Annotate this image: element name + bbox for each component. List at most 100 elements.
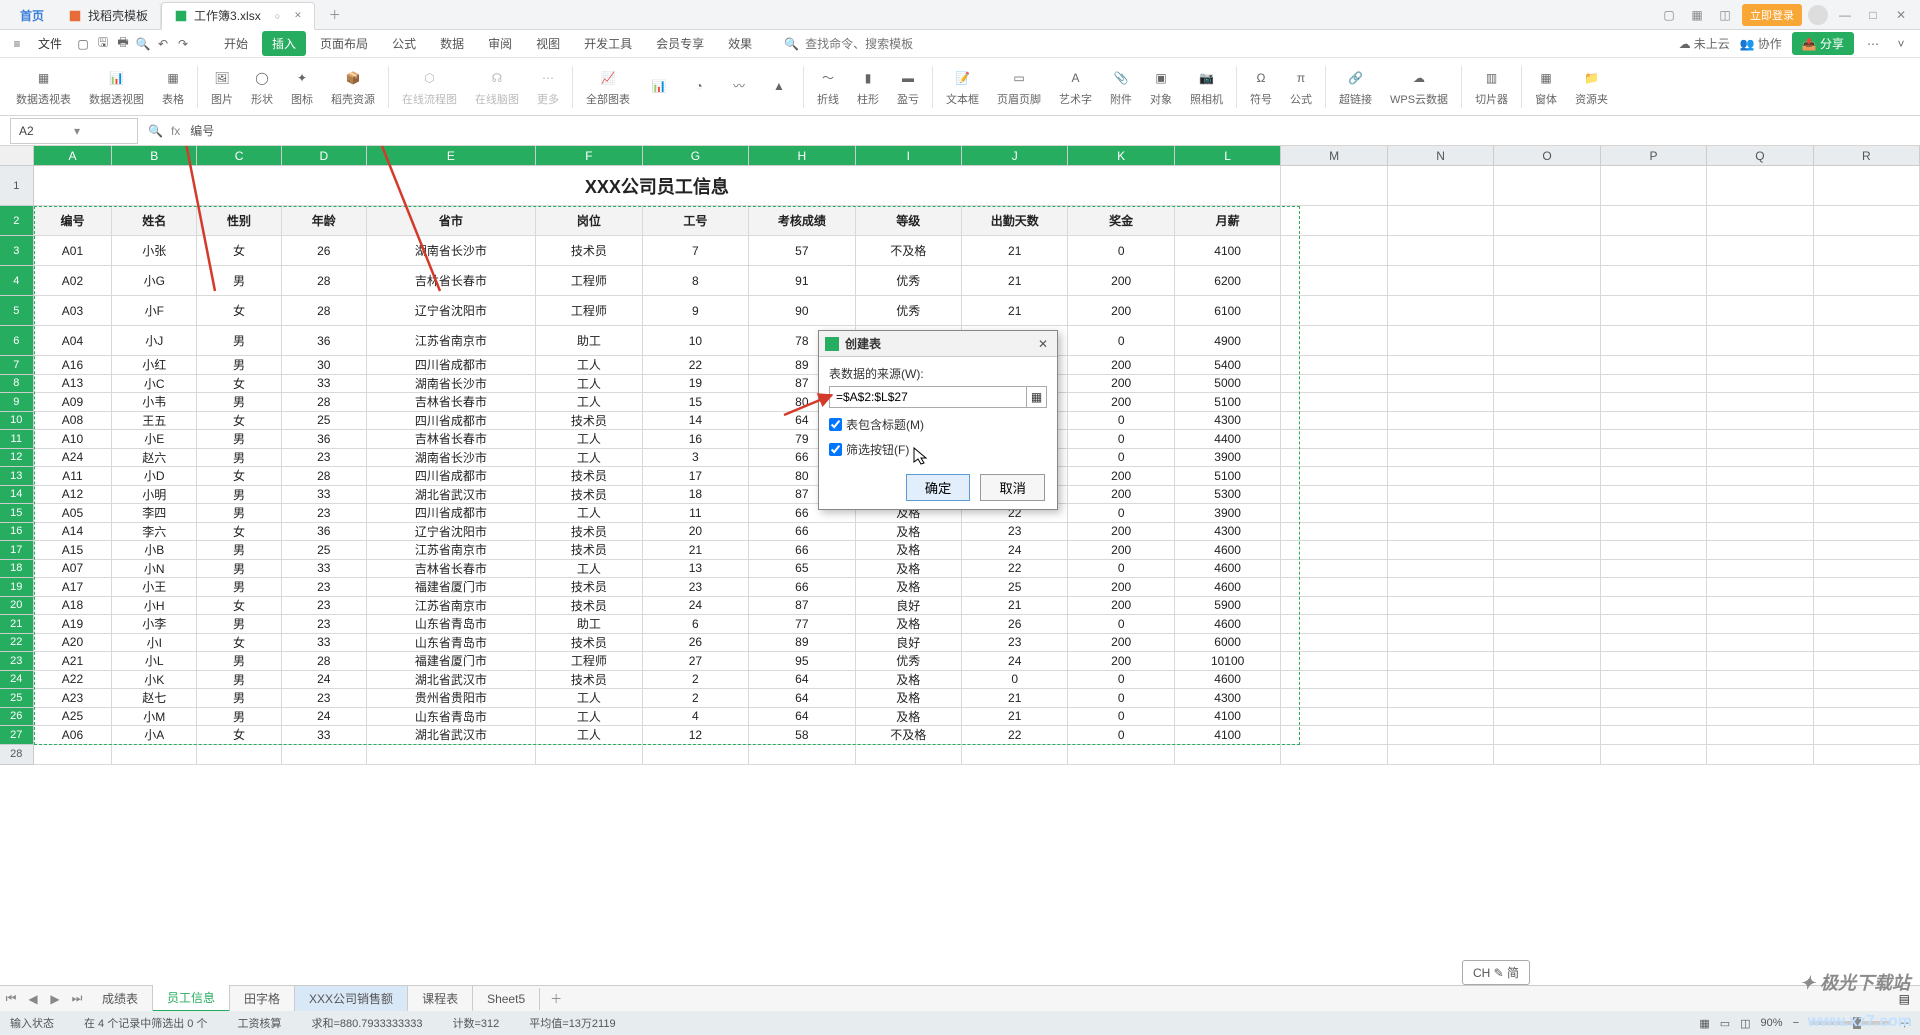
cell[interactable]: 工人 <box>536 689 642 708</box>
cell[interactable] <box>1601 634 1707 653</box>
cell[interactable] <box>1494 634 1600 653</box>
cell[interactable]: 四川省成都市 <box>367 504 537 523</box>
cell[interactable] <box>1388 326 1494 356</box>
cell[interactable]: 小I <box>112 634 197 653</box>
cell[interactable]: 技术员 <box>536 236 642 266</box>
cell[interactable] <box>1281 523 1387 542</box>
tab-view[interactable]: 视图 <box>526 31 570 56</box>
cell[interactable] <box>1707 412 1813 431</box>
cell[interactable] <box>1388 597 1494 616</box>
cell[interactable]: A09 <box>34 393 113 412</box>
cell[interactable] <box>1707 266 1813 296</box>
title-cell[interactable]: XXX公司员工信息 <box>34 166 1282 206</box>
cell[interactable]: 21 <box>962 236 1068 266</box>
cell[interactable]: 男 <box>197 449 282 468</box>
cell[interactable]: 小李 <box>112 615 197 634</box>
cell[interactable] <box>1707 449 1813 468</box>
cell[interactable]: 赵六 <box>112 449 197 468</box>
cell[interactable]: 李四 <box>112 504 197 523</box>
cell[interactable] <box>1281 597 1387 616</box>
row-1[interactable]: 1 <box>0 166 34 206</box>
cell[interactable]: 25 <box>962 578 1068 597</box>
cell[interactable] <box>1281 393 1387 412</box>
cell[interactable]: 优秀 <box>856 652 962 671</box>
cell[interactable]: 200 <box>1068 467 1174 486</box>
cell[interactable]: 200 <box>1068 634 1174 653</box>
cell[interactable]: 0 <box>1068 326 1174 356</box>
shape-button[interactable]: ◯形状 <box>243 62 281 112</box>
row-12[interactable]: 12 <box>0 449 34 468</box>
slicer-button[interactable]: ▥切片器 <box>1467 62 1516 112</box>
cell[interactable] <box>1601 523 1707 542</box>
attach-button[interactable]: 📎附件 <box>1102 62 1140 112</box>
cell[interactable]: 21 <box>643 541 749 560</box>
cell[interactable]: 24 <box>282 708 367 727</box>
tab-insert[interactable]: 插入 <box>262 31 306 56</box>
cell[interactable]: 男 <box>197 708 282 727</box>
col-H[interactable]: H <box>749 146 855 166</box>
cell[interactable] <box>1601 504 1707 523</box>
cell[interactable]: 23 <box>962 634 1068 653</box>
cell[interactable]: 66 <box>749 541 855 560</box>
cell[interactable] <box>1814 689 1920 708</box>
add-tab-button[interactable]: ＋ <box>325 5 345 25</box>
cell[interactable] <box>1388 412 1494 431</box>
cell[interactable]: 9 <box>643 296 749 326</box>
collab-button[interactable]: 👥协作 <box>1740 35 1782 52</box>
chart-gallery[interactable]: 📊 <box>640 62 678 112</box>
formula-input[interactable]: 编号 <box>180 122 1920 139</box>
layout-icon-2[interactable]: ▦ <box>1686 6 1708 24</box>
cell[interactable]: A04 <box>34 326 113 356</box>
cell[interactable]: 小D <box>112 467 197 486</box>
spark-col-button[interactable]: ▮柱形 <box>849 62 887 112</box>
cell[interactable] <box>1601 393 1707 412</box>
cell[interactable] <box>1707 393 1813 412</box>
cell[interactable]: 辽宁省沈阳市 <box>367 523 537 542</box>
cell[interactable]: 4900 <box>1175 326 1281 356</box>
cell[interactable]: 技术员 <box>536 634 642 653</box>
row-17[interactable]: 17 <box>0 541 34 560</box>
cell[interactable]: 男 <box>197 652 282 671</box>
cell[interactable] <box>1707 356 1813 375</box>
range-picker-icon[interactable]: ▦ <box>1026 387 1046 407</box>
tab-dev[interactable]: 开发工具 <box>574 31 642 56</box>
cell[interactable]: 男 <box>197 393 282 412</box>
lookup-icon[interactable]: 🔍 <box>148 124 163 138</box>
col-E[interactable]: E <box>367 146 537 166</box>
cell[interactable]: 4300 <box>1175 523 1281 542</box>
cell[interactable] <box>1281 467 1387 486</box>
cell[interactable]: 工程师 <box>536 266 642 296</box>
cell[interactable] <box>1601 745 1707 765</box>
row-16[interactable]: 16 <box>0 523 34 542</box>
cell[interactable]: 25 <box>282 412 367 431</box>
cell[interactable]: 助工 <box>536 615 642 634</box>
row-5[interactable]: 5 <box>0 296 34 326</box>
cell[interactable]: 小王 <box>112 578 197 597</box>
cell[interactable]: 24 <box>962 541 1068 560</box>
cell[interactable] <box>1707 430 1813 449</box>
cell[interactable]: 3900 <box>1175 504 1281 523</box>
row-18[interactable]: 18 <box>0 560 34 579</box>
close-window-icon[interactable]: ✕ <box>1890 6 1912 24</box>
cell[interactable]: 技术员 <box>536 467 642 486</box>
cell[interactable] <box>1494 356 1600 375</box>
fx-icon[interactable]: fx <box>171 124 180 138</box>
col-J[interactable]: J <box>962 146 1068 166</box>
cell[interactable]: 月薪 <box>1175 206 1281 236</box>
cell[interactable]: 女 <box>197 296 282 326</box>
header-footer-button[interactable]: ▭页眉页脚 <box>989 62 1049 112</box>
cell[interactable]: 湖北省武汉市 <box>367 726 537 745</box>
cell[interactable] <box>1814 634 1920 653</box>
cell[interactable]: 200 <box>1068 652 1174 671</box>
cell[interactable]: 技术员 <box>536 597 642 616</box>
preview-icon[interactable]: 🔍 <box>134 35 152 53</box>
col-R[interactable]: R <box>1814 146 1920 166</box>
cell[interactable]: 江苏省南京市 <box>367 541 537 560</box>
cell[interactable]: 工人 <box>536 449 642 468</box>
cell[interactable]: 33 <box>282 375 367 394</box>
col-L[interactable]: L <box>1175 146 1281 166</box>
cell[interactable] <box>1707 467 1813 486</box>
cell[interactable] <box>1601 708 1707 727</box>
cell[interactable]: 小E <box>112 430 197 449</box>
col-B[interactable]: B <box>112 146 197 166</box>
